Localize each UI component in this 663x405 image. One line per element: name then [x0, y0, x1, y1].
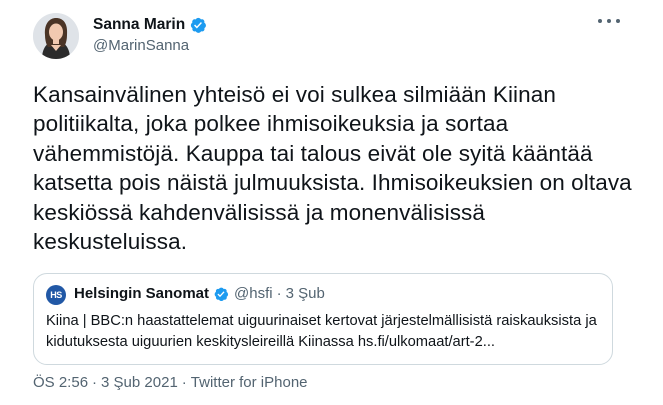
quoted-tweet[interactable]: HS Helsingin Sanomat @hsfi · 3 Şub Kiina… — [33, 273, 613, 365]
verified-badge-icon — [213, 286, 229, 302]
tweet-card: Sanna Marin @MarinSanna Kansainvälinen y… — [0, 0, 663, 405]
tweet-date[interactable]: 3 Şub 2021 — [101, 374, 178, 391]
quoted-date: 3 Şub — [285, 285, 325, 302]
more-options-icon[interactable] — [598, 14, 620, 28]
quoted-text: Kiina | BBC:n haastattelemat uiguurinais… — [46, 313, 597, 350]
quoted-separator: · — [276, 285, 282, 302]
author-name-row: Sanna Marin — [93, 16, 207, 34]
meta-separator: · — [181, 374, 187, 391]
meta-separator: · — [92, 374, 98, 391]
profile-avatar[interactable] — [33, 13, 79, 59]
quoted-handle: @hsfi — [234, 285, 273, 302]
tweet-source[interactable]: Twitter for iPhone — [191, 374, 308, 391]
verified-badge-icon — [189, 16, 207, 34]
author-handle[interactable]: @MarinSanna — [93, 37, 189, 54]
avatar-image — [33, 13, 79, 59]
quoted-display-name: Helsingin Sanomat — [74, 285, 210, 302]
quoted-avatar: HS — [46, 285, 66, 305]
tweet-time[interactable]: ÖS 2:56 — [33, 374, 88, 391]
tweet-text: Kansainvälinen yhteisö ei voi sulkea sil… — [33, 82, 639, 255]
quoted-header: Helsingin Sanomat @hsfi · 3 Şub — [74, 285, 325, 302]
tweet-meta: ÖS 2:56 · 3 Şub 2021 · Twitter for iPhon… — [33, 374, 308, 391]
author-display-name[interactable]: Sanna Marin — [93, 16, 185, 34]
